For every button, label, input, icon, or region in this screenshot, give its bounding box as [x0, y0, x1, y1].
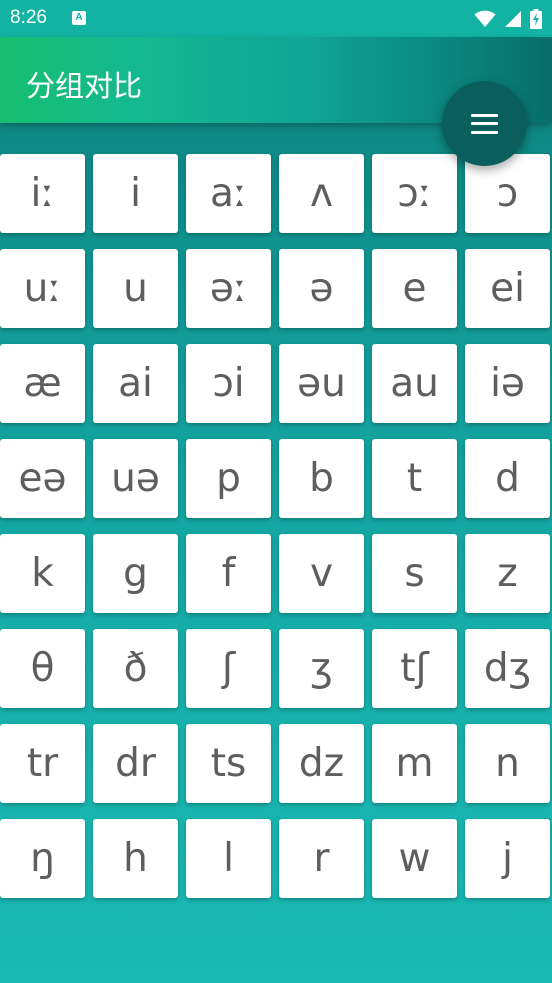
- menu-button[interactable]: [442, 81, 527, 166]
- phoneme-key[interactable]: s: [372, 534, 457, 613]
- phoneme-key[interactable]: dr: [93, 724, 178, 803]
- phoneme-key[interactable]: p: [186, 439, 271, 518]
- phoneme-key[interactable]: eə: [0, 439, 85, 518]
- phoneme-key[interactable]: v: [279, 534, 364, 613]
- phoneme-key[interactable]: ai: [93, 344, 178, 423]
- phoneme-key[interactable]: j: [465, 819, 550, 898]
- phoneme-key[interactable]: tr: [0, 724, 85, 803]
- battery-charging-icon: [530, 9, 542, 29]
- phoneme-key[interactable]: iː: [0, 154, 85, 233]
- phoneme-key[interactable]: ts: [186, 724, 271, 803]
- page-title: 分组对比: [26, 69, 143, 103]
- phoneme-key[interactable]: g: [93, 534, 178, 613]
- phoneme-key[interactable]: ð: [93, 629, 178, 708]
- phoneme-key[interactable]: tʃ: [372, 629, 457, 708]
- wifi-icon: [474, 10, 496, 27]
- phoneme-key[interactable]: h: [93, 819, 178, 898]
- phoneme-key[interactable]: i: [93, 154, 178, 233]
- phoneme-grid: iː i aː ʌ ɔː ɔ uː u əː ə e ei æ ai ɔi əu…: [0, 154, 552, 898]
- phoneme-key[interactable]: uː: [0, 249, 85, 328]
- phoneme-key[interactable]: dʒ: [465, 629, 550, 708]
- phoneme-key[interactable]: əu: [279, 344, 364, 423]
- phoneme-key[interactable]: θ: [0, 629, 85, 708]
- phoneme-key[interactable]: ʃ: [186, 629, 271, 708]
- phoneme-key[interactable]: e: [372, 249, 457, 328]
- status-bar: 8:26 A: [0, 0, 552, 37]
- phoneme-key[interactable]: ʒ: [279, 629, 364, 708]
- phoneme-key[interactable]: m: [372, 724, 457, 803]
- phoneme-key[interactable]: ɔ: [465, 154, 550, 233]
- phoneme-key[interactable]: ŋ: [0, 819, 85, 898]
- phoneme-key[interactable]: l: [186, 819, 271, 898]
- notification-app-icon: A: [72, 11, 86, 25]
- phoneme-key[interactable]: iə: [465, 344, 550, 423]
- phoneme-key[interactable]: u: [93, 249, 178, 328]
- phoneme-key[interactable]: d: [465, 439, 550, 518]
- phoneme-key[interactable]: n: [465, 724, 550, 803]
- phoneme-key[interactable]: z: [465, 534, 550, 613]
- phoneme-key[interactable]: əː: [186, 249, 271, 328]
- phoneme-key[interactable]: t: [372, 439, 457, 518]
- phoneme-key[interactable]: æ: [0, 344, 85, 423]
- phoneme-key[interactable]: uə: [93, 439, 178, 518]
- status-icons: [474, 6, 542, 32]
- phoneme-key[interactable]: ɔː: [372, 154, 457, 233]
- phoneme-key[interactable]: b: [279, 439, 364, 518]
- phoneme-key[interactable]: ei: [465, 249, 550, 328]
- phoneme-key[interactable]: ə: [279, 249, 364, 328]
- phoneme-key[interactable]: aː: [186, 154, 271, 233]
- phoneme-key[interactable]: dz: [279, 724, 364, 803]
- status-time: 8:26: [10, 7, 47, 28]
- phoneme-key[interactable]: k: [0, 534, 85, 613]
- cell-signal-icon: [505, 11, 521, 27]
- phoneme-key[interactable]: f: [186, 534, 271, 613]
- phoneme-key[interactable]: w: [372, 819, 457, 898]
- phoneme-key[interactable]: r: [279, 819, 364, 898]
- phoneme-key[interactable]: au: [372, 344, 457, 423]
- phoneme-key[interactable]: ʌ: [279, 154, 364, 233]
- phoneme-key[interactable]: ɔi: [186, 344, 271, 423]
- menu-icon: [471, 113, 498, 134]
